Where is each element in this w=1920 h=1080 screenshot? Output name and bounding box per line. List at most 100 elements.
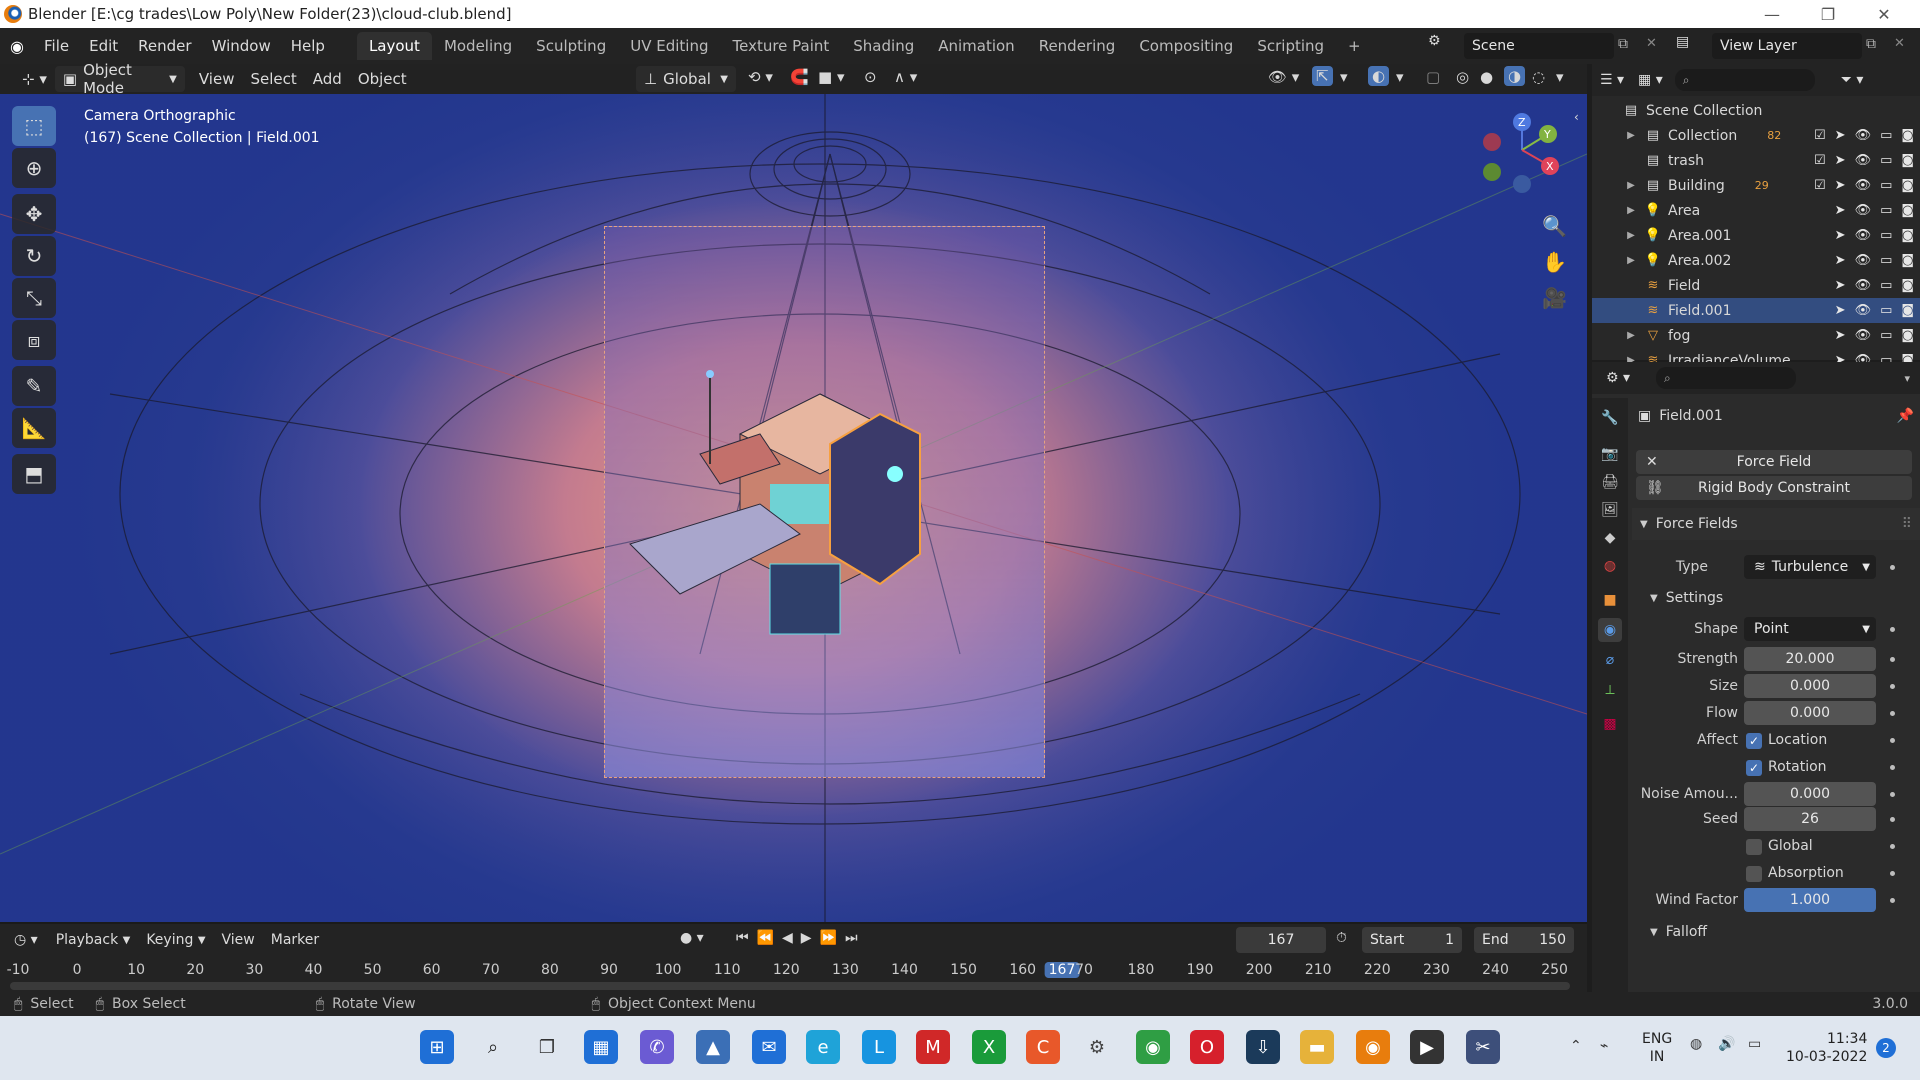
keyframe-dot[interactable] [1890, 792, 1895, 797]
menu-object[interactable]: Object [350, 66, 415, 92]
restore-button[interactable]: ❐ [1800, 0, 1856, 28]
zoom-icon[interactable]: 🔍 [1542, 214, 1567, 238]
selectable-arrow-icon[interactable]: ➤ [1835, 203, 1846, 218]
photos-icon[interactable]: ▲ [696, 1030, 730, 1064]
scene-field[interactable]: Scene [1464, 33, 1614, 59]
snap-icon[interactable]: 🧲 [790, 68, 809, 86]
checkbox-icon[interactable]: ☑ [1814, 153, 1826, 168]
filter-icon[interactable]: ⏷ ▾ [1841, 72, 1864, 88]
language-indicator[interactable]: ENG IN [1642, 1030, 1672, 1066]
minimize-button[interactable]: — [1744, 0, 1800, 28]
mail-icon[interactable]: ✉ [752, 1030, 786, 1064]
monitor-icon[interactable]: ▭ [1880, 228, 1892, 243]
outliner-row[interactable]: ▶ 💡 Area.001 ➤ 👁 ▭ ◙ [1592, 223, 1920, 248]
add-workspace-icon[interactable]: + [1336, 32, 1373, 60]
monitor-icon[interactable]: ▭ [1880, 128, 1892, 143]
row-visibility-icons[interactable]: ➤ 👁 ▭ ◙ [1835, 203, 1914, 218]
selectable-arrow-icon[interactable]: ➤ [1835, 228, 1846, 243]
outliner-row[interactable]: ≋ Field.001 ➤ 👁 ▭ ◙ [1592, 298, 1920, 323]
eye-icon[interactable]: 👁 [1855, 178, 1872, 193]
tab-layout[interactable]: Layout [356, 32, 432, 60]
settings-gear-icon[interactable]: ⚙ [1080, 1030, 1114, 1064]
menu-add[interactable]: Add [305, 66, 350, 92]
keyframe-dot[interactable] [1890, 844, 1895, 849]
keyframe-dot[interactable] [1890, 565, 1895, 570]
eye-icon[interactable]: 👁 [1855, 128, 1872, 143]
pan-hand-icon[interactable]: ✋ [1542, 250, 1567, 274]
wind-factor-field[interactable]: 1.000 [1744, 888, 1876, 912]
outliner-row[interactable]: ▶ ▤ Building 29 ☑ ➤ 👁 ▭ ◙ [1592, 173, 1920, 198]
shape-dropdown[interactable]: Point ▼ [1744, 617, 1876, 641]
expand-arrow-icon[interactable]: ▶ [1624, 230, 1638, 241]
notification-badge[interactable]: 2 [1876, 1038, 1896, 1058]
tab-animation[interactable]: Animation [926, 32, 1026, 60]
widgets-icon[interactable]: ▦ [584, 1030, 618, 1064]
object-tab-icon[interactable]: ■ [1598, 588, 1622, 612]
outliner-root[interactable]: ▤ Scene Collection [1592, 98, 1920, 123]
tab-modeling[interactable]: Modeling [432, 32, 524, 60]
camera-icon[interactable]: ◙ [1901, 153, 1914, 168]
falloff-icon[interactable]: ∧ ▾ [894, 68, 917, 86]
flow-field[interactable]: 0.000 [1744, 701, 1876, 725]
outliner-row[interactable]: ▶ 💡 Area.002 ➤ 👁 ▭ ◙ [1592, 248, 1920, 273]
search-icon[interactable]: ⌕ [476, 1030, 510, 1064]
row-visibility-icons[interactable]: ➤ 👁 ▭ ◙ [1835, 278, 1914, 293]
new-scene-icon[interactable]: ⧉ [1618, 36, 1628, 52]
tool-tab-icon[interactable]: 🔧 [1598, 406, 1622, 430]
teams-chat-icon[interactable]: ✆ [640, 1030, 674, 1064]
network-icon[interactable]: ⌁ [1600, 1038, 1608, 1054]
camera-icon[interactable]: ◙ [1901, 228, 1914, 243]
menu-file[interactable]: File [34, 32, 79, 60]
monitor-icon[interactable]: ▭ [1880, 303, 1892, 318]
keyframe-dot[interactable] [1890, 765, 1895, 770]
keyframe-dot[interactable] [1890, 817, 1895, 822]
volume-icon[interactable]: 🔊 [1718, 1036, 1735, 1052]
snap-target-icon[interactable]: ■ ▾ [818, 68, 844, 86]
scene-tab-icon[interactable]: ◆ [1598, 526, 1622, 550]
row-visibility-icons[interactable]: ☑ ➤ 👁 ▭ ◙ [1814, 128, 1914, 143]
affect-rotation-checkbox[interactable]: ✓ [1746, 760, 1762, 776]
sidebar-toggle-icon[interactable]: ‹ [1574, 110, 1579, 124]
tab-texture-paint[interactable]: Texture Paint [720, 32, 841, 60]
display-mode-icon[interactable]: ▦ ▾ [1638, 72, 1663, 88]
task-view-icon[interactable]: ❐ [530, 1030, 564, 1064]
affect-location-checkbox[interactable]: ✓ [1746, 733, 1762, 749]
keyframe-dot[interactable] [1890, 898, 1895, 903]
keyframe-dot[interactable] [1890, 871, 1895, 876]
outliner-row[interactable]: ≋ Field ➤ 👁 ▭ ◙ [1592, 273, 1920, 298]
properties-search-input[interactable]: ⌕ [1656, 367, 1797, 389]
row-visibility-icons[interactable]: ➤ 👁 ▭ ◙ [1835, 328, 1914, 343]
force-field-button[interactable]: ✕ Force Field [1636, 450, 1912, 474]
globe-icon[interactable]: ◍ [1690, 1036, 1702, 1052]
camera-view-icon[interactable]: 🎥 [1542, 286, 1567, 310]
battery-icon[interactable]: ▭ [1748, 1036, 1761, 1052]
checkbox-icon[interactable]: ☑ [1814, 178, 1826, 193]
outliner-row[interactable]: ▶ ▽ fog ➤ 👁 ▭ ◙ [1592, 323, 1920, 348]
constraints-tab-icon[interactable]: ⌀ [1598, 648, 1622, 672]
menu-render[interactable]: Render [128, 32, 201, 60]
cursor-tool-icon[interactable]: ⊕ [12, 148, 56, 188]
blender-taskbar-icon[interactable]: ◉ [1356, 1030, 1390, 1064]
selectable-arrow-icon[interactable]: ➤ [1835, 178, 1846, 193]
office-icon[interactable]: C [1026, 1030, 1060, 1064]
monitor-icon[interactable]: ▭ [1880, 253, 1892, 268]
clock[interactable]: 11:34 10-03-2022 [1786, 1030, 1867, 1066]
pin-icon[interactable]: 📌 [1897, 408, 1914, 424]
view-layer-field[interactable]: View Layer [1712, 33, 1862, 59]
orientation-selector[interactable]: ⊥ Global ▼ [636, 66, 736, 92]
chrome-icon[interactable]: ◉ [1136, 1030, 1170, 1064]
camera-icon[interactable]: ◙ [1901, 178, 1914, 193]
eye-icon[interactable]: 👁 [1855, 228, 1872, 243]
view-layer-icon[interactable]: ▤ [1676, 34, 1689, 50]
scale-tool-icon[interactable]: ⤡ [12, 278, 56, 318]
falloff-subpanel-header[interactable]: ▼ Falloff [1650, 924, 1707, 940]
pivot-icon[interactable]: ⟲ ▾ [748, 68, 773, 86]
scene-selector-icon[interactable]: ⚙ [1428, 33, 1441, 49]
noise-amount-field[interactable]: 0.000 [1744, 782, 1876, 806]
edge-browser-icon[interactable]: e [806, 1030, 840, 1064]
rigid-body-constraint-button[interactable]: ⛓ Rigid Body Constraint [1636, 476, 1912, 500]
outliner-row[interactable]: ▶ 💡 Area ➤ 👁 ▭ ◙ [1592, 198, 1920, 223]
solid-shading-icon[interactable]: ● [1480, 68, 1493, 86]
texture-tab-icon[interactable]: ▩ [1598, 712, 1622, 736]
tab-scripting[interactable]: Scripting [1245, 32, 1336, 60]
